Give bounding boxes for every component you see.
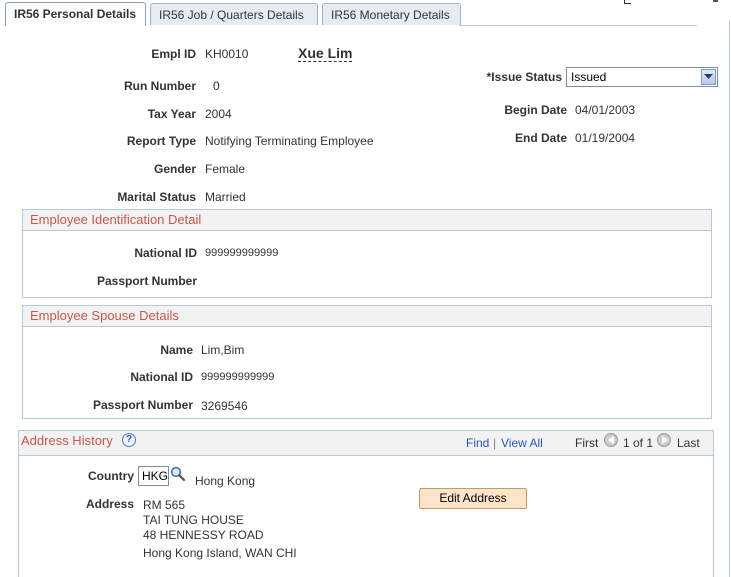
tab-ir56-job-quarters-details[interactable]: IR56 Job / Quarters Details bbox=[150, 3, 318, 25]
spouse-national-id-label: National ID bbox=[130, 370, 193, 384]
end-date-value: 01/19/2004 bbox=[575, 131, 636, 145]
country-code-input[interactable]: HKG bbox=[138, 466, 169, 486]
issue-status-select[interactable]: Issued bbox=[566, 67, 718, 87]
link-separator: | bbox=[493, 436, 497, 450]
run-number-label: Run Number bbox=[124, 79, 196, 93]
marital-status-label: Marital Status bbox=[117, 190, 196, 204]
marital-status-value: Married bbox=[205, 190, 246, 204]
find-link[interactable]: Find bbox=[466, 436, 489, 450]
employee-name: Xue Lim bbox=[298, 45, 353, 62]
gender-value: Female bbox=[205, 162, 246, 176]
national-id-label: National ID bbox=[134, 246, 197, 260]
report-type-label: Report Type bbox=[126, 134, 196, 148]
search-icon[interactable] bbox=[170, 466, 186, 482]
report-type-value: Notifying Terminating Employee bbox=[205, 134, 374, 148]
group-title: Employee Identification Detail bbox=[30, 212, 202, 227]
address-label: Address bbox=[85, 497, 134, 511]
issue-status-label: *Issue Status bbox=[486, 70, 562, 84]
country-name: Hong Kong bbox=[195, 474, 256, 488]
run-number-value: 0 bbox=[213, 79, 220, 93]
last-label: Last bbox=[677, 436, 700, 450]
group-header: Employee Spouse Details bbox=[23, 306, 711, 327]
end-date-label: End Date bbox=[514, 131, 567, 145]
tab-bar: IR56 Personal Details IR56 Job / Quarter… bbox=[0, 0, 731, 26]
tab-label: IR56 Monetary Details bbox=[331, 8, 450, 22]
address-line-4: Hong Kong Island, WAN CHI bbox=[143, 546, 297, 560]
tab-baseline bbox=[459, 25, 697, 26]
previous-icon[interactable] bbox=[604, 433, 618, 447]
country-label: Country bbox=[88, 469, 134, 483]
spouse-passport-value: 3269546 bbox=[201, 399, 248, 413]
address-line-3: 48 HENNESSY ROAD bbox=[143, 528, 264, 542]
next-icon[interactable] bbox=[657, 433, 671, 447]
edit-address-button[interactable]: Edit Address bbox=[419, 488, 527, 509]
group-header: Employee Identification Detail bbox=[23, 210, 711, 231]
first-label: First bbox=[575, 436, 599, 450]
address-history-title: Address History bbox=[21, 433, 113, 448]
tab-label: IR56 Job / Quarters Details bbox=[159, 8, 304, 22]
issue-status-value: Issued bbox=[571, 70, 607, 84]
empl-id-label: Empl ID bbox=[151, 47, 196, 61]
begin-date-value: 04/01/2003 bbox=[575, 103, 636, 117]
spouse-passport-label: Passport Number bbox=[92, 398, 193, 412]
paging-status: 1 of 1 bbox=[623, 436, 654, 450]
spouse-name-label: Name bbox=[160, 343, 193, 357]
begin-date-label: Begin Date bbox=[504, 103, 567, 117]
view-all-link[interactable]: View All bbox=[501, 436, 543, 450]
corner-mark bbox=[624, 0, 631, 4]
spouse-name-value: Lim,Bim bbox=[201, 343, 245, 357]
gender-label: Gender bbox=[153, 162, 196, 176]
chevron-down-icon[interactable] bbox=[701, 69, 716, 85]
tax-year-value: 2004 bbox=[205, 107, 232, 121]
address-line-1: RM 565 bbox=[143, 498, 186, 512]
national-id-value: 999999999999 bbox=[205, 247, 279, 259]
tab-label: IR56 Personal Details bbox=[14, 7, 137, 21]
corner-mark bbox=[713, 0, 718, 2]
help-icon[interactable]: ? bbox=[122, 433, 136, 447]
address-line-2: TAI TUNG HOUSE bbox=[143, 513, 244, 527]
tab-ir56-personal-details[interactable]: IR56 Personal Details bbox=[5, 2, 146, 26]
tax-year-label: Tax Year bbox=[147, 107, 196, 121]
spouse-national-id-value: 999999999999 bbox=[201, 371, 275, 383]
tab-ir56-monetary-details[interactable]: IR56 Monetary Details bbox=[322, 3, 461, 25]
empl-id-value: KH0010 bbox=[205, 47, 249, 61]
page-border bbox=[729, 20, 730, 577]
passport-number-label: Passport Number bbox=[96, 274, 197, 288]
group-title: Employee Spouse Details bbox=[30, 308, 179, 323]
